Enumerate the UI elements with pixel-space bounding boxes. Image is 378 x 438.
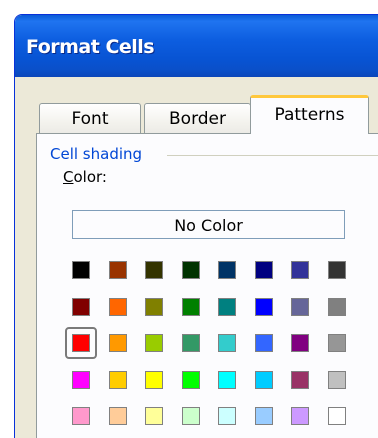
color-label-text: olor: xyxy=(73,168,107,186)
color-swatch-fill xyxy=(109,261,127,279)
color-swatch[interactable] xyxy=(138,254,170,286)
color-swatch-fill xyxy=(218,407,236,425)
color-swatch[interactable] xyxy=(284,364,316,396)
tab-patterns[interactable]: Patterns xyxy=(250,95,369,134)
color-swatch-fill xyxy=(182,407,200,425)
color-swatch-fill xyxy=(218,334,236,352)
color-swatch[interactable] xyxy=(248,327,280,359)
color-swatch[interactable] xyxy=(65,327,97,359)
color-swatch-fill xyxy=(145,371,163,389)
color-swatch[interactable] xyxy=(248,254,280,286)
color-swatch[interactable] xyxy=(102,327,134,359)
color-swatch[interactable] xyxy=(211,291,243,323)
tab-border[interactable]: Border xyxy=(144,103,251,133)
color-swatch-fill xyxy=(72,261,90,279)
color-swatch[interactable] xyxy=(138,327,170,359)
color-swatch-fill xyxy=(182,334,200,352)
color-swatch[interactable] xyxy=(102,254,134,286)
color-swatch[interactable] xyxy=(248,364,280,396)
color-swatch-fill xyxy=(291,334,309,352)
color-swatch-fill xyxy=(218,261,236,279)
color-swatch-fill xyxy=(255,334,273,352)
color-label: Color: xyxy=(63,168,107,186)
color-swatch-fill xyxy=(109,407,127,425)
color-swatch[interactable] xyxy=(248,400,280,432)
color-swatch-fill xyxy=(72,334,90,352)
color-swatch-fill xyxy=(182,261,200,279)
color-swatch[interactable] xyxy=(65,364,97,396)
color-swatch-fill xyxy=(291,298,309,316)
color-swatch-fill xyxy=(291,407,309,425)
format-cells-dialog: Format Cells Font Border Patterns Cell s… xyxy=(14,14,378,438)
color-swatch[interactable] xyxy=(138,400,170,432)
color-swatch[interactable] xyxy=(175,254,207,286)
no-color-button[interactable]: No Color xyxy=(72,210,345,239)
color-swatch[interactable] xyxy=(284,400,316,432)
color-swatch[interactable] xyxy=(321,254,353,286)
color-swatch-fill xyxy=(255,298,273,316)
color-swatch[interactable] xyxy=(65,400,97,432)
color-swatch-fill xyxy=(109,371,127,389)
color-swatch[interactable] xyxy=(65,291,97,323)
color-swatch-fill xyxy=(109,334,127,352)
color-swatch[interactable] xyxy=(102,400,134,432)
patterns-tab-panel: Cell shading Color: No Color xyxy=(36,133,378,438)
color-swatch[interactable] xyxy=(138,364,170,396)
window-title: Format Cells xyxy=(26,36,155,58)
color-swatch[interactable] xyxy=(211,364,243,396)
color-swatch-fill xyxy=(255,261,273,279)
color-swatch-fill xyxy=(255,371,273,389)
color-swatch-fill xyxy=(182,298,200,316)
color-swatch[interactable] xyxy=(284,291,316,323)
color-swatch-fill xyxy=(328,334,346,352)
color-swatch-fill xyxy=(145,298,163,316)
color-swatch-fill xyxy=(145,334,163,352)
color-swatch-fill xyxy=(109,298,127,316)
color-swatch[interactable] xyxy=(65,254,97,286)
color-swatch[interactable] xyxy=(321,327,353,359)
color-swatch-fill xyxy=(72,407,90,425)
color-swatch[interactable] xyxy=(211,254,243,286)
color-swatch[interactable] xyxy=(321,291,353,323)
color-swatch-fill xyxy=(182,371,200,389)
color-swatch[interactable] xyxy=(102,291,134,323)
color-swatch-fill xyxy=(145,407,163,425)
color-label-mnemonic: C xyxy=(63,168,74,186)
color-swatch-fill xyxy=(291,371,309,389)
color-swatch[interactable] xyxy=(211,400,243,432)
color-swatch[interactable] xyxy=(211,327,243,359)
color-swatch-fill xyxy=(218,298,236,316)
color-swatch[interactable] xyxy=(138,291,170,323)
cell-shading-group-label: Cell shading xyxy=(50,145,149,163)
color-swatch-fill xyxy=(291,261,309,279)
title-bar[interactable]: Format Cells xyxy=(15,15,378,77)
color-swatch-fill xyxy=(328,371,346,389)
color-swatch[interactable] xyxy=(248,291,280,323)
color-swatch-fill xyxy=(72,298,90,316)
color-swatch-fill xyxy=(255,407,273,425)
color-swatch[interactable] xyxy=(175,400,207,432)
color-swatch[interactable] xyxy=(321,364,353,396)
color-swatch-fill xyxy=(145,261,163,279)
group-divider xyxy=(167,155,378,156)
color-swatch-fill xyxy=(328,407,346,425)
color-swatch-fill xyxy=(218,371,236,389)
color-swatch[interactable] xyxy=(321,400,353,432)
color-swatch[interactable] xyxy=(175,364,207,396)
color-swatch[interactable] xyxy=(284,327,316,359)
color-swatch-fill xyxy=(72,371,90,389)
color-swatch[interactable] xyxy=(284,254,316,286)
color-swatch-fill xyxy=(328,261,346,279)
color-swatch[interactable] xyxy=(175,327,207,359)
tab-font[interactable]: Font xyxy=(39,103,141,133)
dialog-client-area: Font Border Patterns Cell shading Color:… xyxy=(19,77,378,438)
color-swatch[interactable] xyxy=(175,291,207,323)
color-swatch[interactable] xyxy=(102,364,134,396)
color-swatch-fill xyxy=(328,298,346,316)
